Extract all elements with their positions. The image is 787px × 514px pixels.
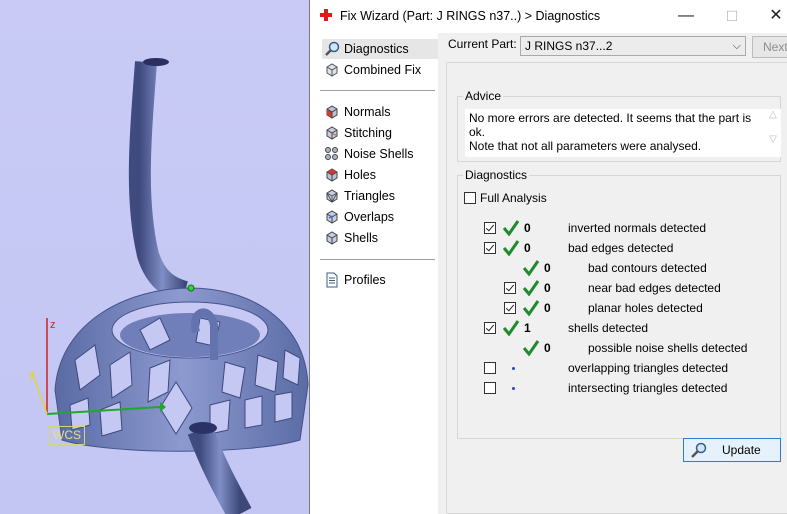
nav-item-diagnostics[interactable]: Diagnostics [322, 39, 438, 59]
overlapping-triangles-checkbox[interactable] [484, 362, 496, 374]
nav-divider [320, 90, 435, 91]
normals-cube-icon [326, 105, 338, 119]
diagnostics-title: Diagnostics [463, 168, 530, 182]
combined-fix-icon [326, 63, 338, 77]
noise-shells-label: possible noise shells detected [588, 341, 748, 355]
diagnostics-group: Diagnostics Full Analysis 0 inverted nor… [457, 168, 781, 439]
nav-label: Overlaps [344, 210, 395, 224]
minimize-button[interactable]: — [666, 4, 706, 28]
chevron-up-icon: △ [769, 109, 777, 120]
update-label: Update [722, 443, 761, 457]
planar-holes-count: 0 [544, 301, 551, 315]
advice-group: Advice No more errors are detected. It s… [457, 89, 781, 162]
title-bar[interactable]: Fix Wizard (Part: J RINGS n37..) > Diagn… [310, 0, 787, 33]
full-analysis-checkbox[interactable] [464, 192, 476, 204]
current-part-label: Current Part: [448, 37, 517, 51]
inverted-normals-count: 0 [524, 221, 531, 235]
inverted-normals-checkbox[interactable] [484, 222, 496, 234]
green-check-icon [522, 260, 540, 276]
intersecting-triangles-checkbox[interactable] [484, 382, 496, 394]
nav-item-triangles[interactable]: Triangles [322, 186, 438, 206]
shells-label: shells detected [568, 321, 649, 335]
advice-scrollbar[interactable]: △ ▽ [765, 109, 781, 157]
noise-shells-count: 0 [544, 341, 551, 355]
triangles-cube-icon [326, 189, 338, 203]
advice-textbox[interactable]: No more errors are detected. It seems th… [465, 109, 781, 157]
nav-item-profiles[interactable]: Profiles [322, 270, 438, 290]
green-check-icon [522, 340, 540, 356]
current-part-value: J RINGS n37...2 [525, 39, 613, 53]
bad-edges-count: 0 [524, 241, 531, 255]
nav-item-normals[interactable]: Normals [322, 102, 438, 122]
green-check-icon [522, 280, 540, 296]
part-model: z y [29, 58, 309, 514]
nav-item-overlaps[interactable]: Overlaps [322, 207, 438, 227]
green-check-icon [502, 240, 520, 256]
nav-item-stitching[interactable]: Stitching [322, 123, 438, 143]
nav-divider [320, 259, 435, 260]
nav-label: Shells [344, 231, 379, 245]
nav-label: Noise Shells [344, 147, 414, 161]
current-part-select[interactable]: J RINGS n37...2 ⌵ [520, 36, 746, 56]
nav-label: Normals [344, 105, 391, 119]
bad-contours-label: bad contours detected [588, 261, 707, 275]
maximize-button[interactable]: ☐ [712, 4, 752, 28]
overlapping-triangles-label: overlapping triangles detected [568, 361, 729, 375]
nav-label: Diagnostics [344, 42, 409, 56]
nav-label: Stitching [344, 126, 392, 140]
profiles-document-icon [326, 272, 338, 288]
update-button[interactable]: Update [683, 438, 781, 462]
nav-label: Profiles [344, 273, 386, 287]
stitching-cube-icon [326, 126, 338, 140]
overlaps-cube-icon [326, 210, 338, 224]
bad-edges-checkbox[interactable] [484, 242, 496, 254]
wizard-nav: Diagnostics Combined Fix Normals Stitchi… [314, 35, 440, 514]
pending-dot-icon [512, 367, 515, 370]
window-title: Fix Wizard (Part: J RINGS n37..) > Diagn… [340, 9, 601, 23]
close-button[interactable]: ✕ [756, 4, 787, 28]
bad-edges-label: bad edges detected [568, 241, 674, 255]
wcs-label: WCS [49, 426, 85, 445]
next-button[interactable]: Next [752, 36, 787, 58]
nav-label: Holes [344, 168, 376, 182]
green-check-icon [522, 300, 540, 316]
noise-shells-icon [325, 147, 338, 160]
intersecting-triangles-label: intersecting triangles detected [568, 381, 728, 395]
inverted-normals-label: inverted normals detected [568, 221, 707, 235]
main-content: Current Part: J RINGS n37...2 ⌵ Next Adv… [438, 33, 787, 514]
axis-y-label: y [29, 367, 35, 381]
near-bad-edges-checkbox[interactable] [504, 282, 516, 294]
chevron-down-icon: ▽ [769, 134, 777, 145]
shells-checkbox[interactable] [484, 322, 496, 334]
magnifier-icon [325, 41, 340, 56]
3d-viewport[interactable]: z y WCS [0, 0, 310, 514]
nav-label: Triangles [344, 189, 395, 203]
shells-count: 1 [524, 321, 531, 335]
green-check-icon [502, 320, 520, 336]
planar-holes-label: planar holes detected [588, 301, 703, 315]
bad-contours-count: 0 [544, 261, 551, 275]
full-analysis-label: Full Analysis [480, 191, 547, 205]
near-bad-edges-count: 0 [544, 281, 551, 295]
shells-cube-icon [326, 231, 338, 245]
chevron-down-icon: ⌵ [732, 40, 741, 52]
red-cross-icon [320, 9, 332, 21]
magnifier-icon [691, 442, 707, 458]
nav-label: Combined Fix [344, 63, 422, 77]
advice-text: No more errors are detected. It seems th… [469, 111, 752, 153]
nav-item-holes[interactable]: Holes [322, 165, 438, 185]
diagnostics-panel: Advice No more errors are detected. It s… [446, 62, 787, 514]
advice-title: Advice [463, 89, 504, 103]
planar-holes-checkbox[interactable] [504, 302, 516, 314]
holes-cube-icon [326, 168, 338, 182]
pending-dot-icon [512, 387, 515, 390]
nav-item-noise-shells[interactable]: Noise Shells [322, 144, 438, 164]
near-bad-edges-label: near bad edges detected [588, 281, 721, 295]
nav-item-shells[interactable]: Shells [322, 228, 438, 248]
axis-z-label: z [50, 319, 56, 331]
fix-wizard-window: Fix Wizard (Part: J RINGS n37..) > Diagn… [309, 0, 787, 514]
green-check-icon [502, 220, 520, 236]
nav-item-combined-fix[interactable]: Combined Fix [322, 60, 438, 80]
